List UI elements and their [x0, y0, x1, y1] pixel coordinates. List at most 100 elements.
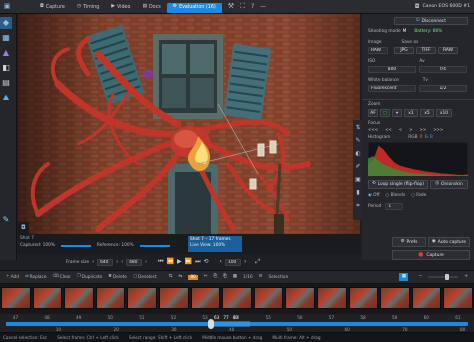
filmstrip-frame[interactable]: [222, 287, 252, 309]
step-back-icon[interactable]: ⏪: [167, 259, 174, 265]
crop-icon[interactable]: ◧: [0, 62, 12, 74]
captured-zoom-slider[interactable]: [60, 244, 91, 247]
chevron-left-icon[interactable]: ‹: [92, 259, 94, 265]
timeline[interactable]: 47 48 49 50 51 52 53 54 55 56 57 58 59 60 61 10 20 30 40 5…: [0, 314, 474, 332]
skip-start-icon[interactable]: ⏮: [158, 259, 163, 265]
stack-icon[interactable]: ≡: [259, 274, 263, 280]
view-toggle-icon[interactable]: ▦: [399, 273, 409, 281]
zoom-field[interactable]: 100: [224, 258, 241, 266]
onion-blends-radio[interactable]: ○ Blends: [385, 193, 405, 198]
chevron-right-icon[interactable]: ›: [145, 259, 147, 265]
draw-icon[interactable]: ✎: [0, 214, 12, 226]
paste-icon[interactable]: ⎗: [223, 274, 227, 280]
landscape-icon[interactable]: ⛰: [0, 92, 12, 104]
histogram-mode-r[interactable]: R: [420, 135, 423, 140]
filmstrip-zoom-slider[interactable]: [428, 274, 459, 280]
fit-icon[interactable]: ⤢: [255, 259, 260, 265]
zoom-plus-icon[interactable]: +: [464, 274, 468, 280]
grid-view-icon[interactable]: ▦: [233, 274, 237, 280]
tv-select[interactable]: 1/2: [419, 85, 467, 92]
tab-docs[interactable]: ▤ Docs: [136, 3, 166, 13]
zoom-fit-icon[interactable]: ⌖: [392, 109, 402, 117]
frame-height-field[interactable]: 480: [126, 258, 143, 266]
delete-button[interactable]: ✖ Delete: [108, 274, 127, 279]
onion-fade-radio[interactable]: ○ Fade: [411, 193, 426, 198]
scissors-icon[interactable]: ✂: [204, 274, 208, 280]
filmstrip-frame[interactable]: [64, 287, 94, 309]
filmstrip-frame[interactable]: [285, 287, 315, 309]
zoom-in-icon[interactable]: ›: [244, 259, 246, 265]
onion-off-radio[interactable]: ◉ Off: [368, 193, 379, 198]
filmstrip[interactable]: [0, 284, 474, 314]
tab-timing[interactable]: ◷ Timing: [71, 3, 105, 13]
layers-icon[interactable]: ▤: [0, 77, 12, 89]
minimize-icon[interactable]: —: [260, 3, 266, 10]
filmstrip-frame[interactable]: [1, 287, 31, 309]
zoom-x1-button[interactable]: x1: [404, 109, 418, 117]
filmstrip-frame[interactable]: [159, 287, 189, 309]
histogram-mode-g[interactable]: G: [425, 135, 428, 140]
play-icon[interactable]: ▶: [177, 259, 182, 265]
histogram-mode-b[interactable]: B: [430, 135, 433, 140]
image-format-select[interactable]: RAW: [368, 47, 388, 54]
focus-near3-button[interactable]: >>>: [433, 128, 443, 132]
filmstrip-frame[interactable]: [190, 287, 221, 309]
filmstrip-frame[interactable]: [411, 287, 442, 309]
zoom-x5-button[interactable]: x5: [420, 109, 434, 117]
onionskin-button[interactable]: ◎ Onionskin: [430, 180, 468, 189]
focus-near2-button[interactable]: >>: [419, 128, 426, 132]
filmstrip-frame[interactable]: [95, 287, 126, 309]
period-stepper[interactable]: 1: [385, 203, 404, 210]
frame-width-field[interactable]: 640: [97, 258, 114, 266]
replace-button[interactable]: ⇄ Replace: [25, 274, 47, 279]
filmstrip-frame[interactable]: [380, 287, 410, 309]
auto-capture-button[interactable]: ◉ Auto capture: [428, 237, 470, 247]
chevron-left-icon[interactable]: ‹: [121, 259, 123, 265]
loop-single-button[interactable]: ⟲ Loop single (flip-flop): [368, 180, 428, 189]
copy-icon[interactable]: ⎘: [214, 274, 218, 280]
flip-icon[interactable]: ⇆: [169, 274, 173, 280]
format-jpg-button[interactable]: JPG: [394, 47, 414, 54]
loop-icon[interactable]: ⟲: [204, 259, 209, 265]
capture-button[interactable]: ● Capture: [392, 250, 470, 260]
duplicate-button[interactable]: ❐ Duplicate: [77, 274, 102, 279]
step-forward-icon[interactable]: ⏩: [185, 259, 192, 265]
grid-icon[interactable]: ▦: [0, 32, 12, 44]
filmstrip-frame[interactable]: [253, 287, 284, 309]
zoom-out-icon[interactable]: ‹: [220, 259, 222, 265]
tab-evaluation[interactable]: ⚙ Evaluation (16): [166, 2, 222, 13]
filmstrip-frame[interactable]: [32, 287, 63, 309]
deselect-button[interactable]: ▢ Deselect: [133, 274, 157, 279]
skip-end-icon[interactable]: ⏭: [195, 259, 200, 265]
histogram-mode-rgb[interactable]: RGB: [408, 135, 417, 140]
focus-far1-button[interactable]: <: [399, 128, 402, 132]
disconnect-button[interactable]: ⏻ Disconnect: [394, 17, 468, 25]
reference-zoom-slider[interactable]: [139, 244, 170, 247]
capture-viewer[interactable]: ◘: [18, 14, 360, 234]
format-raw-button[interactable]: RAW: [438, 47, 458, 54]
focus-near1-button[interactable]: >: [409, 128, 412, 132]
zoom-minus-icon[interactable]: −: [418, 274, 422, 280]
help-icon[interactable]: ?: [251, 3, 254, 10]
chart-icon[interactable]: ▲: [0, 47, 12, 59]
iso-select[interactable]: 800: [368, 66, 416, 73]
filmstrip-frame[interactable]: [443, 287, 473, 309]
prefs-button[interactable]: ⚙ Prefs: [392, 237, 426, 247]
reverse-icon[interactable]: ⇋: [179, 274, 183, 280]
focus-far3-button[interactable]: <<<: [368, 128, 378, 132]
focus-far2-button[interactable]: <<: [385, 128, 392, 132]
format-tiff-button[interactable]: TIFF: [416, 47, 436, 54]
add-button[interactable]: + Add: [6, 274, 19, 279]
zoom-af-button[interactable]: AF: [368, 109, 378, 117]
tab-video[interactable]: ▶ Video: [105, 3, 136, 13]
white-balance-select[interactable]: Fluorescent: [368, 85, 416, 92]
fullscreen-icon[interactable]: ⛶: [240, 3, 245, 10]
filmstrip-frame[interactable]: [348, 287, 379, 309]
filmstrip-frame[interactable]: [317, 287, 347, 309]
clear-button[interactable]: ⌫ Clear: [53, 274, 71, 279]
chevron-right-icon[interactable]: ›: [116, 259, 118, 265]
aperture-select[interactable]: f/4: [419, 66, 467, 73]
wrench-icon[interactable]: ⚒: [228, 3, 234, 10]
zoom-x10-button[interactable]: x10: [436, 109, 452, 117]
cube-icon[interactable]: ◆: [0, 17, 12, 29]
